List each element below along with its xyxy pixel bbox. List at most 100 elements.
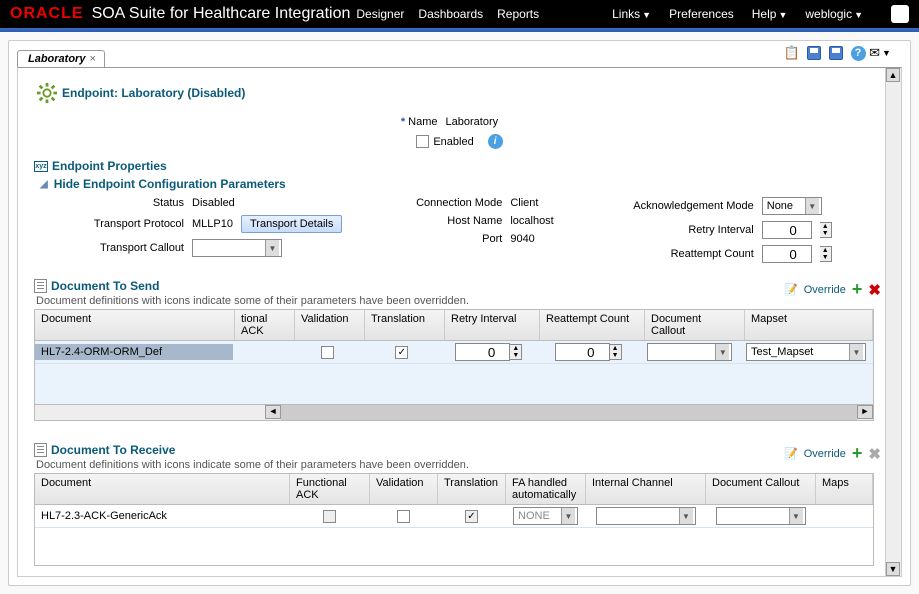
col-document[interactable]: Document	[35, 310, 235, 340]
col-document-callout[interactable]: Document Callout	[706, 474, 816, 504]
oracle-logo: ORACLE	[10, 5, 84, 23]
nav-designer[interactable]: Designer	[356, 7, 404, 21]
vertical-scrollbar[interactable]: ▲ ▼	[885, 68, 901, 576]
col-validation[interactable]: Validation	[370, 474, 438, 504]
host-name-value: localhost	[510, 215, 553, 227]
callout-select[interactable]: ▼	[647, 343, 732, 361]
nav-user[interactable]: weblogic▼	[805, 7, 863, 21]
table-row[interactable]: HL7-2.4-ORM-ORM_Def ▲▼ ▲▼ ▼ Test_Mapset▼	[35, 341, 873, 364]
col-document[interactable]: Document	[35, 474, 290, 504]
recv-hint: Document definitions with icons indicate…	[36, 459, 885, 471]
add-icon[interactable]: +	[852, 443, 863, 464]
table-row[interactable]: HL7-2.3-ACK-GenericAck NONE▼ ▼ ▼	[35, 505, 873, 528]
chevron-down-icon: ▼	[805, 198, 819, 214]
override-link[interactable]: Override	[804, 448, 846, 460]
scroll-down-icon[interactable]: ▼	[886, 562, 900, 576]
reattempt-count-input[interactable]	[762, 245, 812, 263]
override-icon[interactable]: 📝	[784, 283, 798, 296]
scroll-left-icon[interactable]: ◄	[265, 405, 281, 419]
name-row: * Name Laboratory	[34, 116, 885, 128]
app-title: SOA Suite for Healthcare Integration	[92, 5, 351, 23]
reattempt-input[interactable]	[555, 343, 610, 361]
scroll-up-icon[interactable]: ▲	[886, 68, 900, 82]
delete-icon[interactable]: ✖	[868, 281, 881, 299]
retry-interval-input[interactable]	[762, 221, 812, 239]
status-value: Disabled	[192, 197, 235, 209]
col-internal-channel[interactable]: Internal Channel	[586, 474, 706, 504]
expand-icon[interactable]	[891, 5, 909, 23]
send-table: Document tional ACK Validation Translati…	[34, 309, 874, 421]
port-value: 9040	[510, 233, 534, 245]
col-reattempt-count[interactable]: Reattempt Count	[540, 310, 645, 340]
add-icon[interactable]: +	[852, 279, 863, 300]
enabled-checkbox[interactable]	[416, 135, 429, 148]
editor-panel: Laboratory × 📋 ? ✉▼ Endpoint: Laboratory…	[8, 40, 911, 586]
section-icon: xyz	[34, 161, 48, 172]
host-name-label: Host Name	[392, 215, 502, 227]
tab-label: Laboratory	[28, 53, 85, 65]
col-mapset[interactable]: Mapset	[745, 310, 873, 340]
col-translation[interactable]: Translation	[365, 310, 445, 340]
col-functional-ack[interactable]: tional ACK	[235, 310, 295, 340]
spinner-icon[interactable]: ▲▼	[820, 222, 832, 238]
col-document-callout[interactable]: Document Callout	[645, 310, 745, 340]
help-icon[interactable]: ?	[850, 45, 866, 61]
tab-strip: Laboratory ×	[17, 45, 902, 67]
col-mapset[interactable]: Maps	[816, 474, 873, 504]
mapset-select[interactable]: Test_Mapset▼	[746, 343, 866, 361]
content-area: Endpoint: Laboratory (Disabled) * Name L…	[17, 67, 902, 577]
collapse-triangle-icon: ◢	[40, 179, 48, 190]
retry-interval-label: Retry Interval	[624, 224, 754, 236]
tab-laboratory[interactable]: Laboratory ×	[17, 50, 105, 67]
col-validation[interactable]: Validation	[295, 310, 365, 340]
nav-dashboards[interactable]: Dashboards	[418, 7, 483, 21]
send-hint: Document definitions with icons indicate…	[36, 295, 885, 307]
delete-icon: ✖	[868, 445, 881, 463]
menu-icon[interactable]: ✉▼	[872, 45, 888, 61]
col-translation[interactable]: Translation	[438, 474, 506, 504]
chevron-down-icon: ▼	[849, 344, 863, 360]
hide-params-link[interactable]: ◢ Hide Endpoint Configuration Parameters	[40, 177, 885, 191]
enabled-label: Enabled	[433, 136, 473, 148]
close-icon[interactable]: ×	[89, 53, 95, 65]
save-all-icon[interactable]	[828, 45, 844, 61]
fa-handled-select[interactable]: NONE▼	[513, 507, 578, 525]
col-fa-handled[interactable]: FA handled automatically	[506, 474, 586, 504]
ack-mode-label: Acknowledgement Mode	[624, 200, 754, 212]
document-icon	[34, 279, 47, 293]
reattempt-count-label: Reattempt Count	[624, 248, 754, 260]
save-icon[interactable]	[806, 45, 822, 61]
chevron-down-icon: ▼	[789, 508, 803, 524]
name-label: Name	[408, 116, 437, 128]
col-retry-interval[interactable]: Retry Interval	[445, 310, 540, 340]
validation-checkbox[interactable]	[397, 510, 410, 523]
name-value: Laboratory	[446, 116, 499, 128]
col-functional-ack[interactable]: Functional ACK	[290, 474, 370, 504]
retry-input[interactable]	[455, 343, 510, 361]
transport-details-button[interactable]: Transport Details	[241, 215, 342, 233]
override-icon[interactable]: 📝	[784, 447, 798, 460]
nav-links[interactable]: Links▼	[612, 7, 651, 21]
document-to-send-title: Document To Send	[51, 279, 159, 293]
properties-icon[interactable]: 📋	[784, 45, 800, 61]
fack-checkbox	[323, 510, 336, 523]
callout-select[interactable]: ▼	[716, 507, 806, 525]
chevron-down-icon: ▼	[854, 10, 863, 20]
nav-preferences[interactable]: Preferences	[669, 7, 734, 21]
document-to-send-section: Document To Send 📝 Override + ✖ Document…	[34, 279, 885, 421]
validation-checkbox[interactable]	[321, 346, 334, 359]
internal-channel-select[interactable]: ▼	[596, 507, 696, 525]
spinner-icon[interactable]: ▲▼	[820, 246, 832, 262]
horizontal-scrollbar[interactable]: ◄ ►	[35, 404, 873, 420]
info-icon[interactable]: i	[488, 134, 503, 149]
spinner-icon[interactable]: ▲▼	[610, 344, 622, 360]
spinner-icon[interactable]: ▲▼	[510, 344, 522, 360]
document-to-receive-section: Document To Receive 📝 Override + ✖ Docum…	[34, 443, 885, 566]
translation-checkbox[interactable]	[395, 346, 408, 359]
scroll-right-icon[interactable]: ►	[857, 405, 873, 419]
transport-callout-select[interactable]: ▼	[192, 239, 282, 257]
override-link[interactable]: Override	[804, 284, 846, 296]
ack-mode-select[interactable]: None▼	[762, 197, 822, 215]
nav-help[interactable]: Help▼	[752, 7, 788, 21]
nav-reports[interactable]: Reports	[497, 7, 539, 21]
